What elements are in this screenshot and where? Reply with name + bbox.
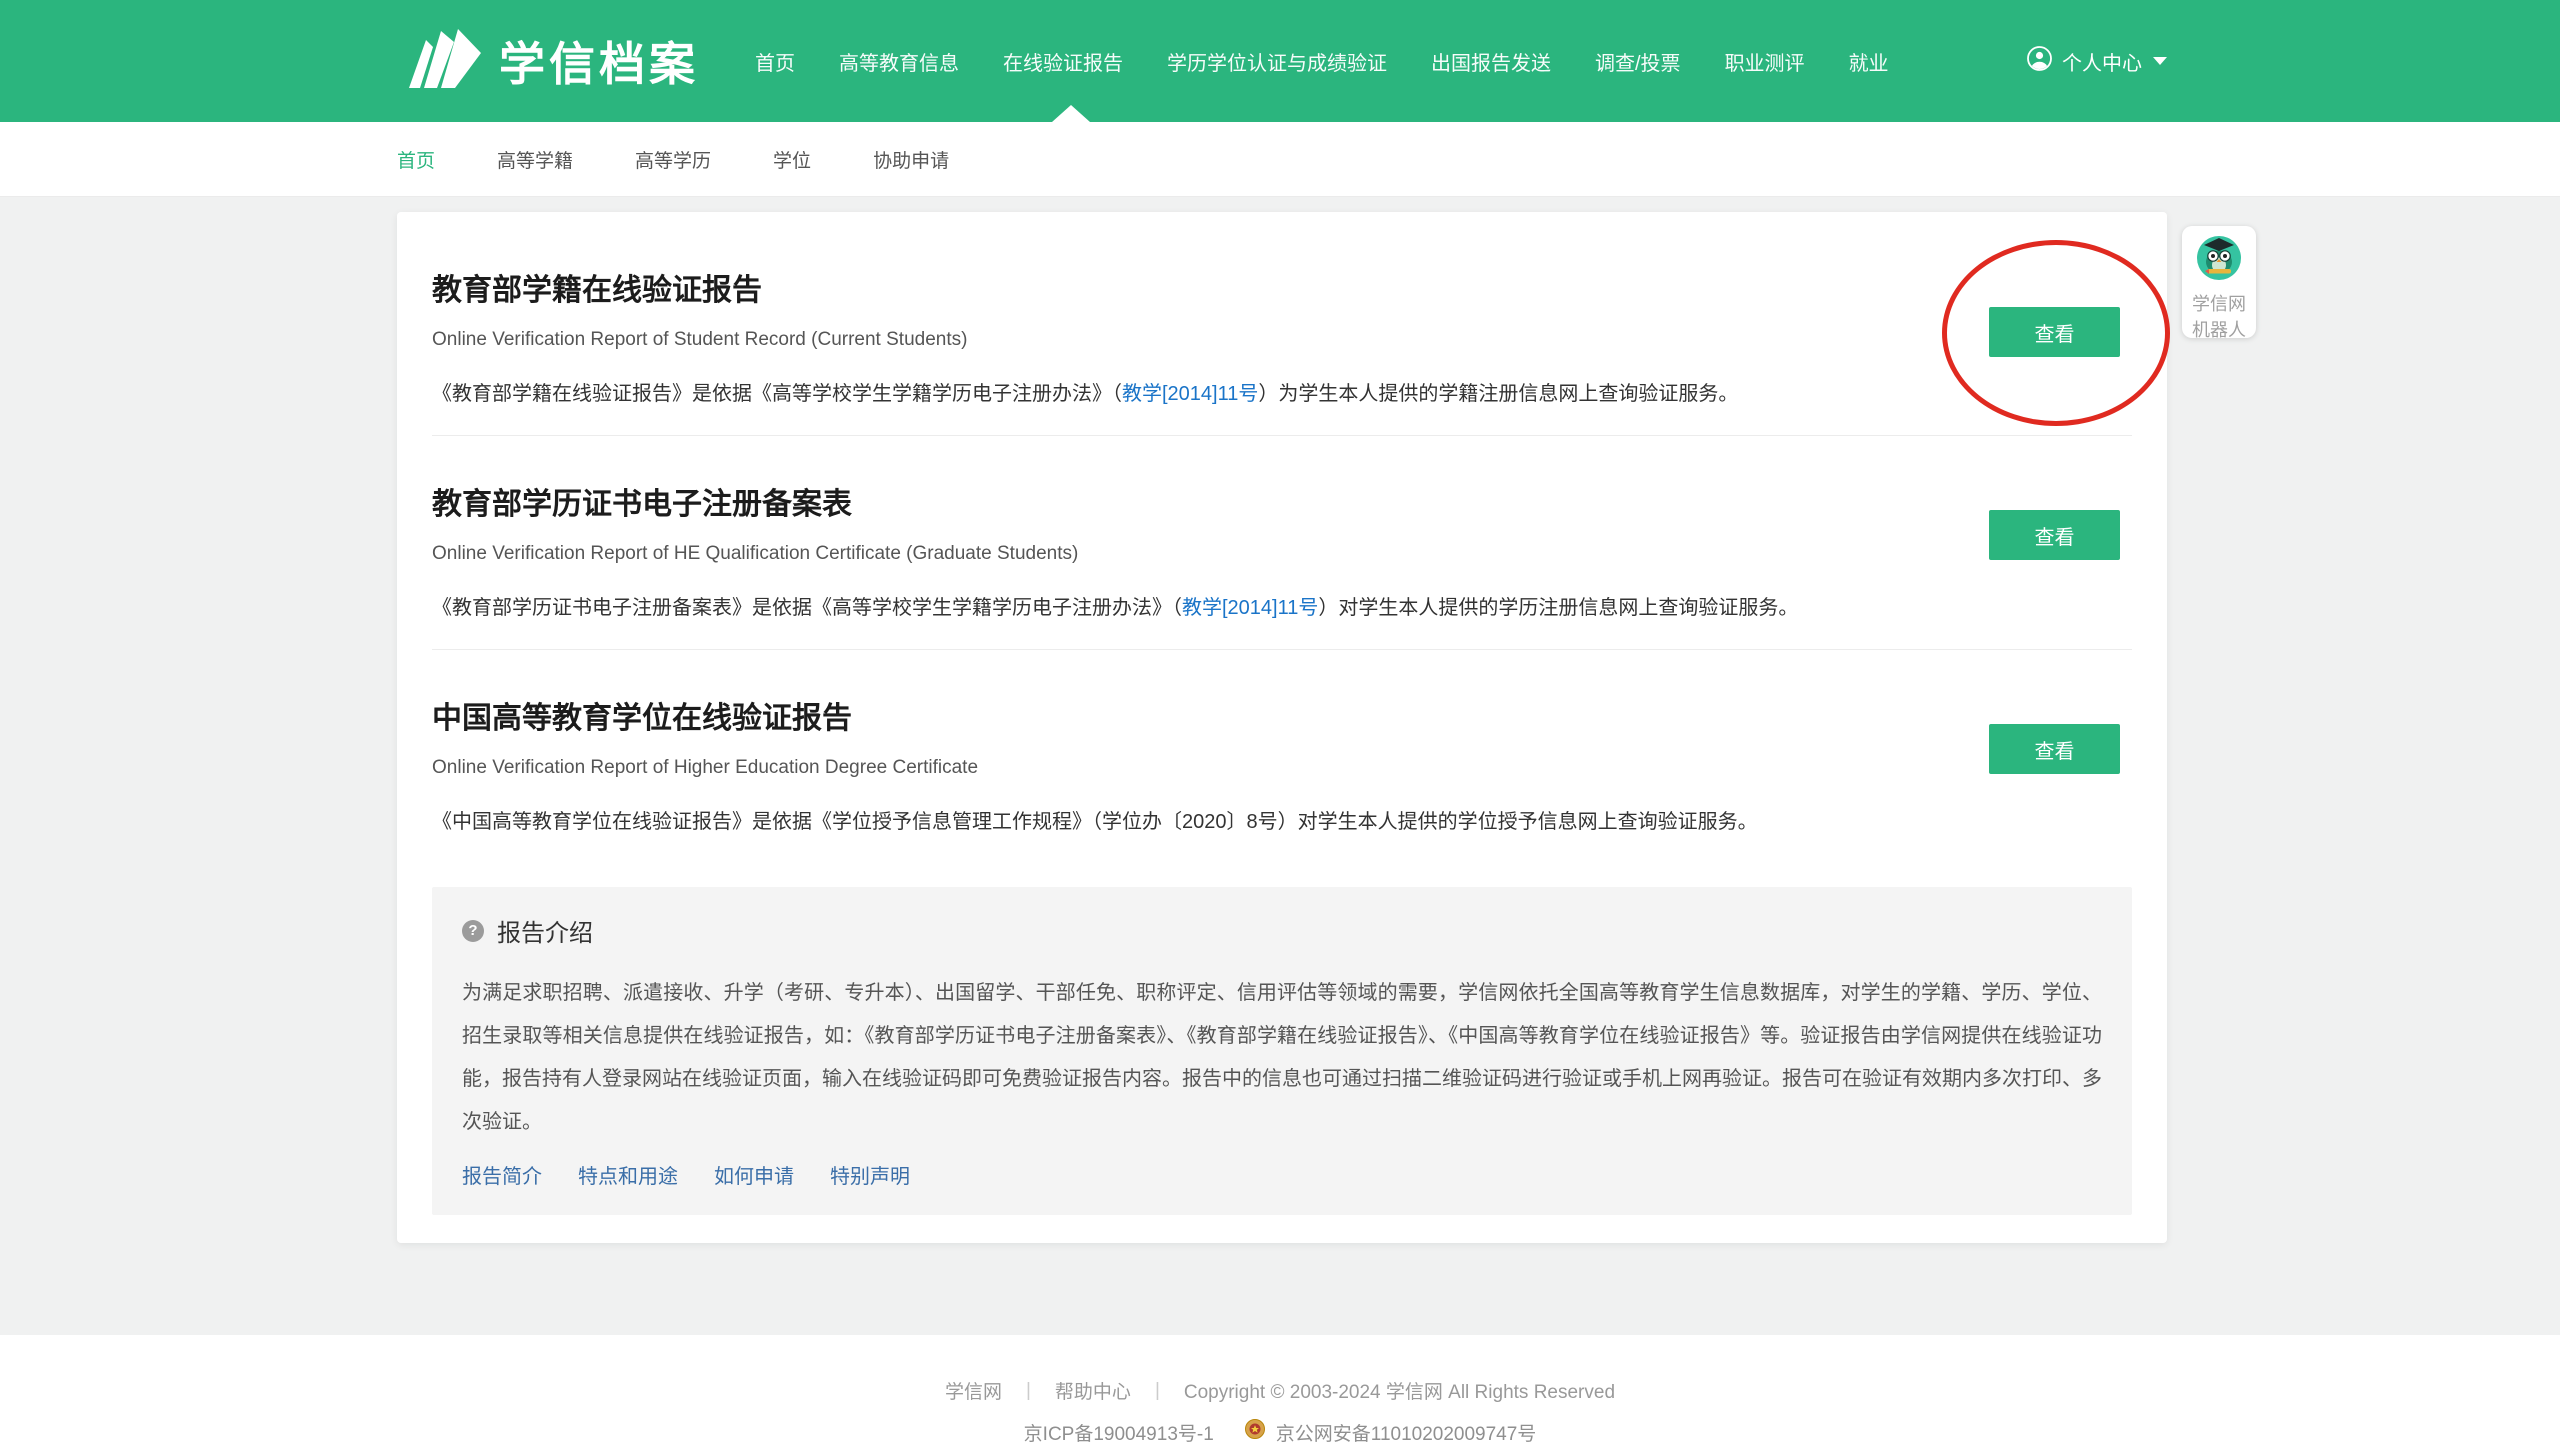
link-how-to-apply[interactable]: 如何申请 [714, 1160, 794, 1189]
section-title: 中国高等教育学位在线验证报告 [432, 698, 2132, 740]
police-badge-icon [1244, 1418, 1266, 1446]
reports-card: 教育部学籍在线验证报告 Online Verification Report o… [397, 212, 2167, 1243]
section-title: 教育部学籍在线验证报告 [432, 270, 2132, 312]
desc-text: 《教育部学籍在线验证报告》是依据《高等学校学生学籍学历电子注册办法》（ [432, 383, 1122, 405]
robot-label-line2: 机器人 [2192, 317, 2246, 343]
section-description: 《教育部学历证书电子注册备案表》是依据《高等学校学生学籍学历电子注册办法》（教学… [432, 593, 1882, 623]
nav-item-home[interactable]: 首页 [755, 47, 795, 76]
page-background: 教育部学籍在线验证报告 Online Verification Report o… [0, 197, 2560, 1335]
section-subtitle-en: Online Verification Report of Higher Edu… [432, 754, 2132, 781]
report-intro-box: ? 报告介绍 为满足求职招聘、派遣接收、升学（考研、专升本）、出国留学、干部任免… [432, 887, 2132, 1215]
section-title: 教育部学历证书电子注册备案表 [432, 484, 2132, 526]
view-button-degree[interactable]: 查看 [1989, 724, 2120, 774]
subnav-tab-assist-apply[interactable]: 协助申请 [873, 146, 949, 173]
main-nav: 首页 高等教育信息 在线验证报告 学历学位认证与成绩验证 出国报告发送 调查/投… [755, 47, 1889, 76]
nav-item-online-verification-report[interactable]: 在线验证报告 [1003, 47, 1123, 76]
top-navbar: 学信档案 首页 高等教育信息 在线验证报告 学历学位认证与成绩验证 出国报告发送… [0, 0, 2560, 122]
policy-doc-link[interactable]: 教学[2014]11号 [1182, 597, 1318, 619]
sub-navbar: 首页 高等学籍 高等学历 学位 协助申请 [0, 122, 2560, 197]
subnav-tab-home[interactable]: 首页 [397, 146, 435, 173]
desc-text: ）为学生本人提供的学籍注册信息网上查询验证服务。 [1258, 383, 1738, 405]
desc-text: ）对学生本人提供的学历注册信息网上查询验证服务。 [1318, 597, 1798, 619]
nav-item-degree-certification[interactable]: 学历学位认证与成绩验证 [1167, 47, 1387, 76]
logo-text: 学信档案 [499, 28, 699, 94]
footer-copyright: Copyright © 2003-2024 学信网 All Rights Res… [1184, 1377, 1615, 1404]
nav-item-career-test[interactable]: 职业测评 [1725, 47, 1805, 76]
nav-item-survey-vote[interactable]: 调查/投票 [1595, 47, 1681, 76]
footer-icp[interactable]: 京ICP备19004913号-1 [1024, 1419, 1214, 1446]
desc-text: 《教育部学历证书电子注册备案表》是依据《高等学校学生学籍学历电子注册办法》（ [432, 597, 1182, 619]
footer-separator: | [1155, 1380, 1160, 1402]
report-section-qualification: 教育部学历证书电子注册备案表 Online Verification Repor… [432, 436, 2132, 650]
link-report-overview[interactable]: 报告简介 [462, 1160, 542, 1189]
desc-text: 《中国高等教育学位在线验证报告》是依据《学位授予信息管理工作规程》（学位办〔20… [432, 811, 1758, 833]
site-logo[interactable]: 学信档案 [397, 26, 699, 97]
user-icon [2026, 45, 2053, 77]
subnav-tab-qualification[interactable]: 高等学历 [635, 146, 711, 173]
intro-paragraph: 为满足求职招聘、派遣接收、升学（考研、专升本）、出国留学、干部任免、职称评定、信… [462, 972, 2102, 1144]
link-special-statement[interactable]: 特别声明 [830, 1160, 910, 1189]
user-center-label: 个人中心 [2062, 47, 2142, 76]
link-features-uses[interactable]: 特点和用途 [578, 1160, 678, 1189]
nav-item-employment[interactable]: 就业 [1849, 47, 1889, 76]
nav-item-higher-edu-info[interactable]: 高等教育信息 [839, 47, 959, 76]
intro-links: 报告简介 特点和用途 如何申请 特别声明 [462, 1160, 2102, 1189]
section-subtitle-en: Online Verification Report of HE Qualifi… [432, 540, 2132, 567]
robot-label-line1: 学信网 [2192, 291, 2246, 317]
policy-doc-link[interactable]: 教学[2014]11号 [1122, 383, 1258, 405]
robot-avatar-icon [2196, 235, 2242, 286]
robot-label: 学信网 机器人 [2192, 291, 2246, 343]
intro-header: ? 报告介绍 [462, 913, 2102, 948]
section-description: 《中国高等教育学位在线验证报告》是依据《学位授予信息管理工作规程》（学位办〔20… [432, 807, 1882, 837]
chevron-down-icon [2153, 57, 2167, 65]
view-button-qualification[interactable]: 查看 [1989, 510, 2120, 560]
subnav-tab-degree[interactable]: 学位 [773, 146, 811, 173]
footer-link-help-center[interactable]: 帮助中心 [1055, 1377, 1131, 1404]
view-button-student-record[interactable]: 查看 [1989, 307, 2120, 357]
section-description: 《教育部学籍在线验证报告》是依据《高等学校学生学籍学历电子注册办法》（教学[20… [432, 379, 1882, 409]
chsi-robot-widget[interactable]: 学信网 机器人 [2182, 226, 2256, 338]
footer-link-chsi[interactable]: 学信网 [945, 1377, 1002, 1404]
footer-police-registration[interactable]: 京公网安备11010202009747号 [1276, 1419, 1537, 1446]
subnav-tab-student-record[interactable]: 高等学籍 [497, 146, 573, 173]
active-nav-notch [1052, 105, 1090, 122]
question-icon: ? [462, 920, 484, 942]
section-subtitle-en: Online Verification Report of Student Re… [432, 326, 2132, 353]
logo-icon [397, 26, 483, 97]
user-center-menu[interactable]: 个人中心 [2026, 45, 2167, 77]
footer: 学信网 | 帮助中心 | Copyright © 2003-2024 学信网 A… [0, 1335, 2560, 1446]
intro-title: 报告介绍 [497, 913, 593, 948]
footer-separator: | [1026, 1380, 1031, 1402]
nav-item-overseas-report[interactable]: 出国报告发送 [1431, 47, 1551, 76]
report-section-degree: 中国高等教育学位在线验证报告 Online Verification Repor… [432, 650, 2132, 863]
report-section-student-record: 教育部学籍在线验证报告 Online Verification Report o… [432, 212, 2132, 436]
